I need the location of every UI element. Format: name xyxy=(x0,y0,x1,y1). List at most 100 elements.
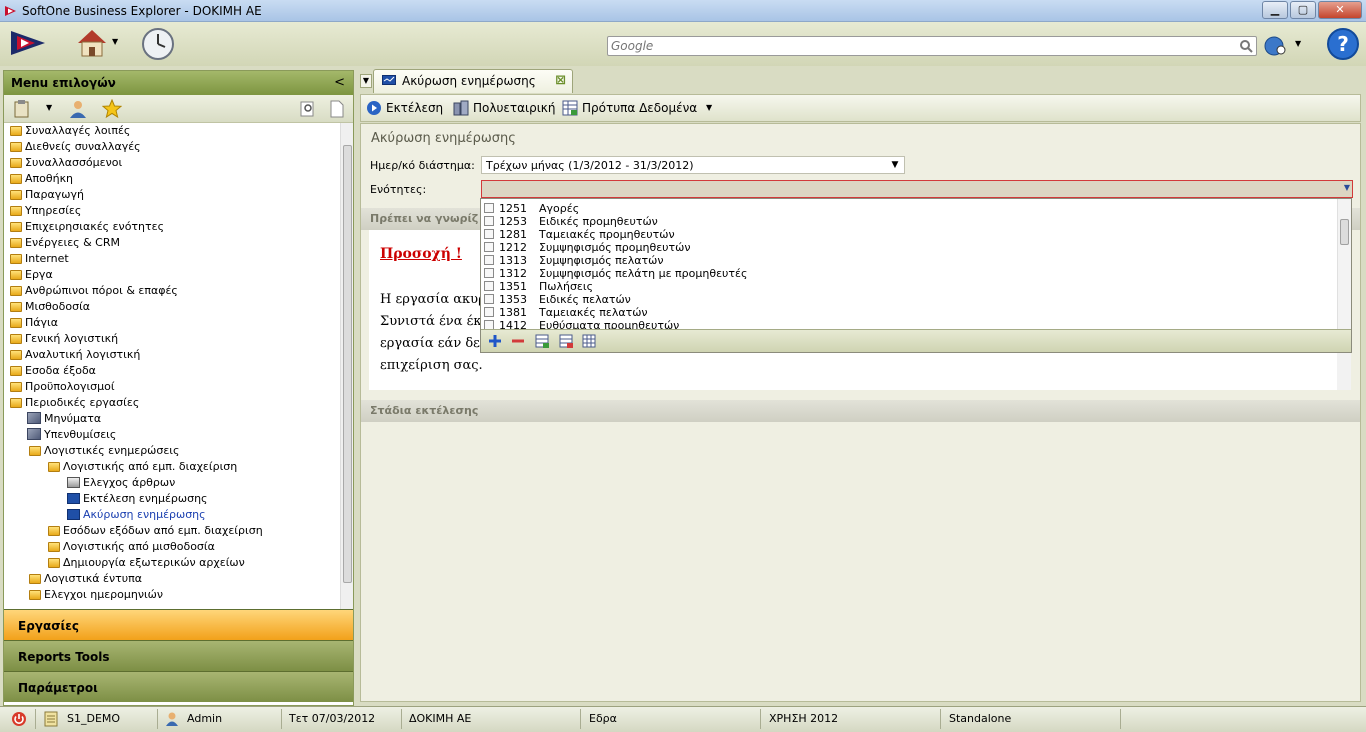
checkbox[interactable] xyxy=(484,268,494,278)
tree-scrollbar[interactable] xyxy=(340,123,353,609)
remove-icon[interactable] xyxy=(511,334,525,348)
search-icon[interactable] xyxy=(1239,39,1253,53)
menu-header: Menu επιλογών < xyxy=(4,71,353,95)
list-item[interactable]: 1253 Ειδικές προμηθευτών xyxy=(484,215,658,228)
tree-item[interactable]: Μηνύματα xyxy=(27,411,101,427)
list-item[interactable]: 1251 Αγορές xyxy=(484,202,579,215)
tree-item[interactable]: Επιχειρησιακές ενότητες xyxy=(10,219,164,235)
favorites-star-icon[interactable] xyxy=(102,99,122,119)
tree-item[interactable]: Εσόδων εξόδων από εμπ. διαχείριση xyxy=(48,523,263,539)
checkbox[interactable] xyxy=(484,294,494,304)
tree-item[interactable]: Εργα xyxy=(10,267,53,283)
section-parameters[interactable]: Παράμετροι xyxy=(4,671,353,702)
tree-item-selected[interactable]: Ακύρωση ενημέρωσης xyxy=(67,507,206,523)
tree-item[interactable]: Συναλλασσόμενοι xyxy=(10,155,122,171)
execution-stages-header[interactable]: Στάδια εκτέλεσης xyxy=(361,400,1360,422)
checkbox[interactable] xyxy=(484,255,494,265)
chevron-down-icon[interactable]: ▼ xyxy=(1344,183,1350,192)
list-item[interactable]: 1351 Πωλήσεις xyxy=(484,280,593,293)
checkbox[interactable] xyxy=(484,242,494,252)
list-item[interactable]: 1212 Συμψηφισμός προμηθευτών xyxy=(484,241,691,254)
tab-close-button[interactable]: ⊠ xyxy=(555,73,566,88)
list-item[interactable]: 1313 Συμψηφισμός πελατών xyxy=(484,254,663,267)
modules-select[interactable]: ▼ xyxy=(481,180,1353,198)
checkbox[interactable] xyxy=(484,229,494,239)
list-item[interactable]: 1312 Συμψηφισμός πελάτη με προμηθευτές xyxy=(484,267,747,280)
tree-item[interactable]: Προϋπολογισμοί xyxy=(10,379,115,395)
period-select[interactable]: Τρέχων μήνας (1/3/2012 - 31/3/2012) ▼ xyxy=(481,156,905,174)
chevron-down-icon[interactable]: ▼ xyxy=(886,157,904,173)
checkbox[interactable] xyxy=(484,203,494,213)
scrollbar-thumb[interactable] xyxy=(343,145,352,583)
minimize-button[interactable]: ▁ xyxy=(1262,1,1288,19)
collapse-menu-button[interactable]: < xyxy=(334,75,345,90)
list-item[interactable]: 1281 Ταμειακές προμηθευτών xyxy=(484,228,675,241)
tree-item[interactable]: Δημιουργία εξωτερικών αρχείων xyxy=(48,555,245,571)
tree-item[interactable]: Διεθνείς συναλλαγές xyxy=(10,139,141,155)
clipboard-icon[interactable] xyxy=(12,100,32,118)
tree-item[interactable]: Παραγωγή xyxy=(10,187,84,203)
tree-item[interactable]: Πάγια xyxy=(10,315,58,331)
list-item[interactable]: 1412 Ευθύσματα προμηθευτών xyxy=(484,319,679,329)
tree-item[interactable]: Internet xyxy=(10,251,69,267)
list-item[interactable]: 1353 Ειδικές πελατών xyxy=(484,293,631,306)
tab-list-dropdown-icon[interactable]: ▼ xyxy=(360,74,372,88)
tree-item[interactable]: Αναλυτική λογιστική xyxy=(10,347,140,363)
find-icon[interactable] xyxy=(299,100,317,118)
document-icon[interactable] xyxy=(329,100,345,118)
close-button[interactable]: ✕ xyxy=(1318,1,1362,19)
clipboard-dropdown-icon[interactable]: ▼ xyxy=(46,103,52,112)
user-icon[interactable] xyxy=(68,99,88,119)
globe-search-icon[interactable] xyxy=(1264,35,1290,57)
monitor-icon xyxy=(67,509,80,520)
folder-open-icon xyxy=(48,462,60,472)
tree-item[interactable]: Λογιστικές ενημερώσεις xyxy=(29,443,179,459)
clock-icon[interactable] xyxy=(141,27,175,61)
dropdown-scrollbar[interactable] xyxy=(1337,199,1351,329)
tree-item[interactable]: Λογιστικά έντυπα xyxy=(29,571,142,587)
checkbox[interactable] xyxy=(484,307,494,317)
tree-item[interactable]: Ενέργειες & CRM xyxy=(10,235,120,251)
status-mode: Standalone xyxy=(949,712,1012,725)
select-all-icon[interactable] xyxy=(535,334,550,349)
search-dropdown-icon[interactable]: ▼ xyxy=(1295,39,1301,48)
section-tasks[interactable]: Εργασίες xyxy=(4,609,353,640)
maximize-button[interactable]: ▢ xyxy=(1290,1,1316,19)
checkbox[interactable] xyxy=(484,281,494,291)
tree-item[interactable]: Ελεγχος άρθρων xyxy=(67,475,175,491)
home-icon[interactable] xyxy=(76,27,112,59)
tree-item[interactable]: Λογιστικής από μισθοδοσία xyxy=(48,539,215,555)
data-templates-button[interactable]: Πρότυπα Δεδομένα xyxy=(562,100,697,119)
tree-item[interactable]: Εσοδα έξοδα xyxy=(10,363,96,379)
tree-item[interactable]: Γενική λογιστική xyxy=(10,331,118,347)
scrollbar-thumb[interactable] xyxy=(1340,219,1349,245)
tree-item[interactable]: Υπηρεσίες xyxy=(10,203,81,219)
tab-cancel-update[interactable]: Ακύρωση ενημέρωσης ⊠ xyxy=(373,69,573,93)
checkbox[interactable] xyxy=(484,216,494,226)
tree-item[interactable]: Υπενθυμίσεις xyxy=(27,427,116,443)
add-icon[interactable] xyxy=(488,334,502,348)
search-input[interactable] xyxy=(608,37,1228,55)
tree-item[interactable]: Εκτέλεση ενημέρωσης xyxy=(67,491,208,507)
execute-button[interactable]: Εκτέλεση xyxy=(366,101,443,119)
tree-item[interactable]: Περιοδικές εργασίες xyxy=(10,395,139,411)
tree-item[interactable]: Ελεγχοι ημερομηνιών xyxy=(29,587,163,603)
section-reports-tools[interactable]: Reports Tools xyxy=(4,640,353,671)
search-box[interactable] xyxy=(607,36,1257,56)
deselect-all-icon[interactable] xyxy=(559,334,574,349)
tree-item[interactable]: Ανθρώπινοι πόροι & επαφές xyxy=(10,283,178,299)
list-item[interactable]: 1381 Ταμειακές πελατών xyxy=(484,306,648,319)
tree-item[interactable]: Αποθήκη xyxy=(10,171,73,187)
grid-view-icon[interactable] xyxy=(582,334,597,349)
softone-logo-icon[interactable] xyxy=(9,29,49,57)
tree-item[interactable]: Συναλλαγές λοιπές xyxy=(10,123,130,139)
tree-item[interactable]: Λογιστικής από εμπ. διαχείριση xyxy=(48,459,237,475)
tree-item[interactable]: Μισθοδοσία xyxy=(10,299,90,315)
home-dropdown-icon[interactable]: ▼ xyxy=(112,37,118,46)
help-icon[interactable]: ? xyxy=(1326,27,1360,61)
multicompany-button[interactable]: Πολυεταιρική xyxy=(453,100,555,119)
folder-icon xyxy=(10,254,22,264)
power-icon[interactable] xyxy=(11,711,27,727)
checkbox[interactable] xyxy=(484,320,494,329)
templates-dropdown-icon[interactable]: ▼ xyxy=(706,103,712,112)
